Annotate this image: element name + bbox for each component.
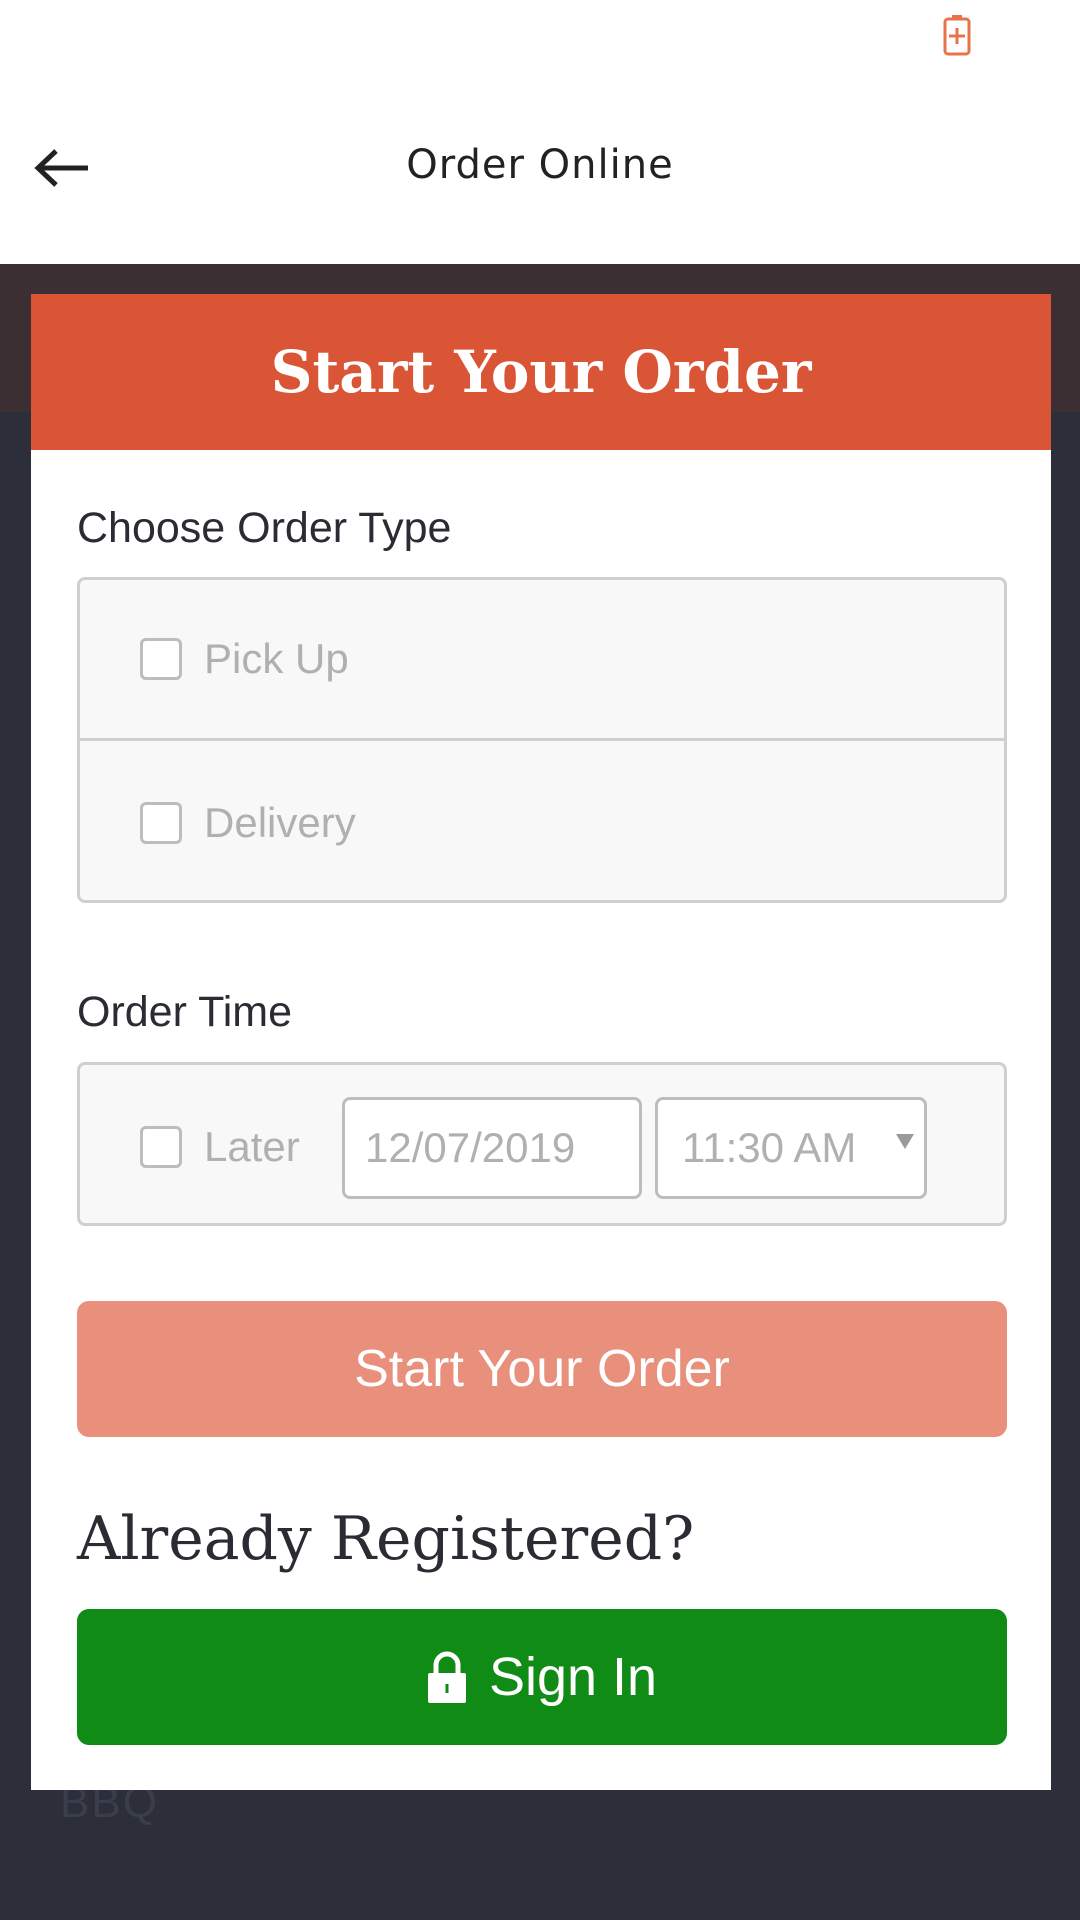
start-order-button[interactable]: Start Your Order [77,1301,1007,1437]
app-bar: Order Online [0,80,1080,264]
chevron-down-icon [896,1134,914,1149]
order-type-label: Choose Order Type [77,504,452,552]
status-bar [0,0,1080,80]
modal-header: Start Your Order [31,294,1051,450]
checkbox-icon[interactable] [140,801,182,844]
order-type-option-delivery[interactable]: Delivery [80,742,1004,900]
time-select[interactable]: 11:30 AM [655,1097,927,1199]
checkbox-icon[interactable] [140,1126,182,1168]
lock-icon [427,1651,466,1703]
battery-charging-icon [943,15,971,56]
date-input[interactable] [342,1097,642,1199]
option-label: Pick Up [204,635,349,682]
option-label: Delivery [204,798,356,846]
time-value: 11:30 AM [682,1124,857,1171]
registered-heading: Already Registered? [77,1504,695,1574]
start-order-modal: Start Your Order Choose Order Type Pick … [31,294,1051,1790]
order-type-option-pickup[interactable]: Pick Up [80,580,1004,741]
later-option[interactable]: Later [140,1123,300,1171]
order-type-group: Pick Up Delivery [77,577,1007,903]
page-title: Order Online [406,142,674,188]
order-time-group: Later 11:30 AM [77,1062,1007,1226]
start-order-label: Start Your Order [354,1340,730,1398]
order-time-label: Order Time [77,988,293,1036]
sign-in-button[interactable]: Sign In [77,1609,1007,1745]
sign-in-label: Sign In [488,1647,658,1707]
modal-title: Start Your Order [270,338,812,406]
checkbox-icon[interactable] [140,638,182,680]
later-label: Later [204,1123,300,1170]
